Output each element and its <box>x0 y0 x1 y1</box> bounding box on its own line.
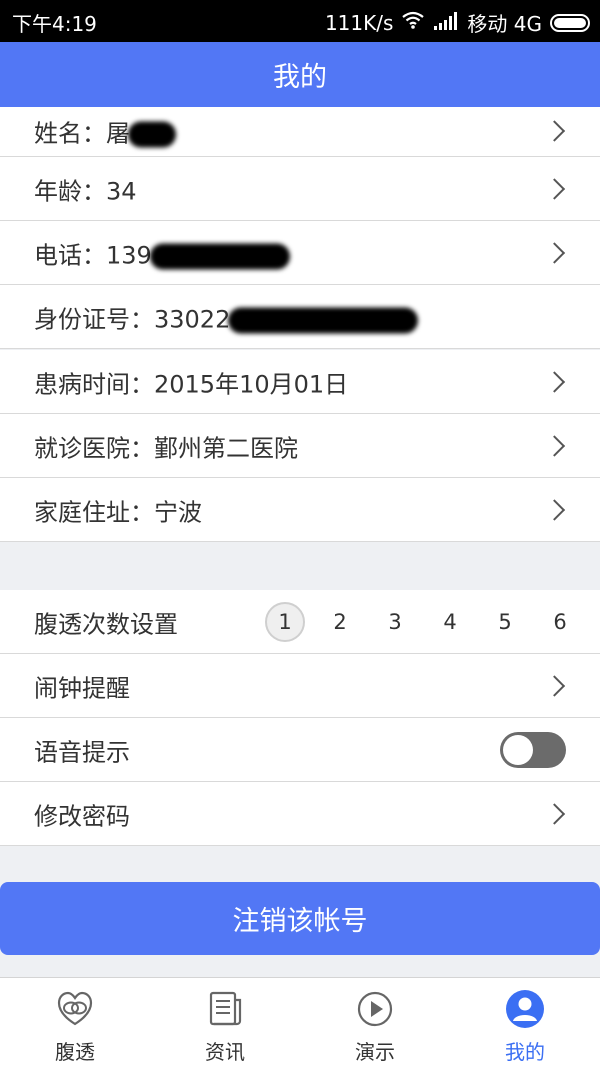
logout-button[interactable]: 注销该帐号 <box>0 882 600 955</box>
profile-row-age[interactable]: 年龄：34 <box>0 157 600 221</box>
change-password-label: 修改密码 <box>34 802 130 830</box>
profile-row-id-number: 身份证号：33022 <box>0 285 600 349</box>
chevron-right-icon <box>543 370 566 393</box>
tab-peritoneal[interactable]: 腹透 <box>0 978 150 1068</box>
page-title: 我的 <box>273 62 327 93</box>
chevron-right-icon <box>543 120 566 142</box>
frequency-setting-row: 腹透次数设置 1 2 3 4 5 6 <box>0 590 600 654</box>
frequency-option-6[interactable]: 6 <box>540 602 580 642</box>
chevron-right-icon <box>543 498 566 521</box>
voice-prompt-row: 语音提示 <box>0 718 600 782</box>
alarm-reminder-row[interactable]: 闹钟提醒 <box>0 654 600 718</box>
alarm-reminder-label: 闹钟提醒 <box>34 674 130 702</box>
redaction-mark <box>228 307 419 333</box>
profile-value: 34 <box>106 177 137 205</box>
tab-label: 资讯 <box>205 1040 245 1064</box>
profile-label: 家庭住址： <box>34 498 154 526</box>
profile-value: 屠 <box>106 119 130 148</box>
news-icon <box>209 991 242 1026</box>
profile-label: 就诊医院： <box>34 434 154 462</box>
chevron-right-icon <box>543 241 566 264</box>
profile-value: 鄞州第二医院 <box>154 434 298 462</box>
frequency-option-5[interactable]: 5 <box>485 602 525 642</box>
chevron-right-icon <box>543 434 566 457</box>
chevron-right-icon <box>543 177 566 200</box>
chevron-right-icon <box>543 674 566 697</box>
frequency-selector: 1 2 3 4 5 6 <box>265 601 595 642</box>
page-title-bar: 我的 <box>0 42 600 107</box>
carrier-label: 移动 4G <box>467 12 542 36</box>
frequency-option-3[interactable]: 3 <box>375 602 415 642</box>
toggle-knob <box>503 734 533 765</box>
frequency-option-1[interactable]: 1 <box>265 601 305 642</box>
voice-prompt-toggle[interactable] <box>500 731 566 768</box>
tab-label: 腹透 <box>55 1040 95 1064</box>
peritoneal-icon <box>57 991 93 1026</box>
profile-row-address[interactable]: 家庭住址：宁波 <box>0 478 600 542</box>
profile-row-hospital[interactable]: 就诊医院：鄞州第二医院 <box>0 414 600 478</box>
profile-label: 电话： <box>34 241 106 269</box>
profile-label: 患病时间： <box>34 370 154 398</box>
status-indicators: 111K/s 移动 4G <box>317 8 590 37</box>
status-bar: 下午4:19 111K/s 移动 4G <box>0 0 600 42</box>
frequency-option-2[interactable]: 2 <box>320 602 360 642</box>
profile-value: 宁波 <box>154 498 202 526</box>
redaction-mark <box>128 121 176 148</box>
profile-row-diagnosis-date[interactable]: 患病时间：2015年10月01日 <box>0 350 600 414</box>
tab-mine[interactable]: 我的 <box>450 978 600 1068</box>
signal-icon <box>433 11 459 35</box>
wifi-icon <box>401 10 425 35</box>
frequency-label: 腹透次数设置 <box>34 610 178 638</box>
profile-label: 姓名： <box>34 119 106 148</box>
play-icon <box>357 991 393 1027</box>
profile-value: 139 <box>106 241 152 269</box>
user-icon <box>506 990 544 1028</box>
network-speed: 111K/s <box>324 10 394 35</box>
profile-label: 身份证号： <box>34 305 154 333</box>
status-time: 下午4:19 <box>12 12 97 36</box>
chevron-right-icon <box>543 802 566 825</box>
profile-value: 33022 <box>154 305 231 333</box>
tab-label: 我的 <box>505 1040 545 1064</box>
tab-label: 演示 <box>355 1040 395 1064</box>
tab-news[interactable]: 资讯 <box>150 978 300 1068</box>
frequency-option-4[interactable]: 4 <box>430 602 470 642</box>
profile-row-phone[interactable]: 电话：139 <box>0 221 600 285</box>
profile-value: 2015年10月01日 <box>154 370 349 398</box>
change-password-row[interactable]: 修改密码 <box>0 782 600 846</box>
tab-demo[interactable]: 演示 <box>300 978 450 1068</box>
redaction-mark <box>149 243 290 269</box>
bottom-tab-bar: 腹透 资讯 演示 我的 <box>0 977 600 1068</box>
battery-icon <box>550 13 590 32</box>
voice-prompt-label: 语音提示 <box>34 738 130 766</box>
profile-label: 年龄： <box>34 177 106 205</box>
